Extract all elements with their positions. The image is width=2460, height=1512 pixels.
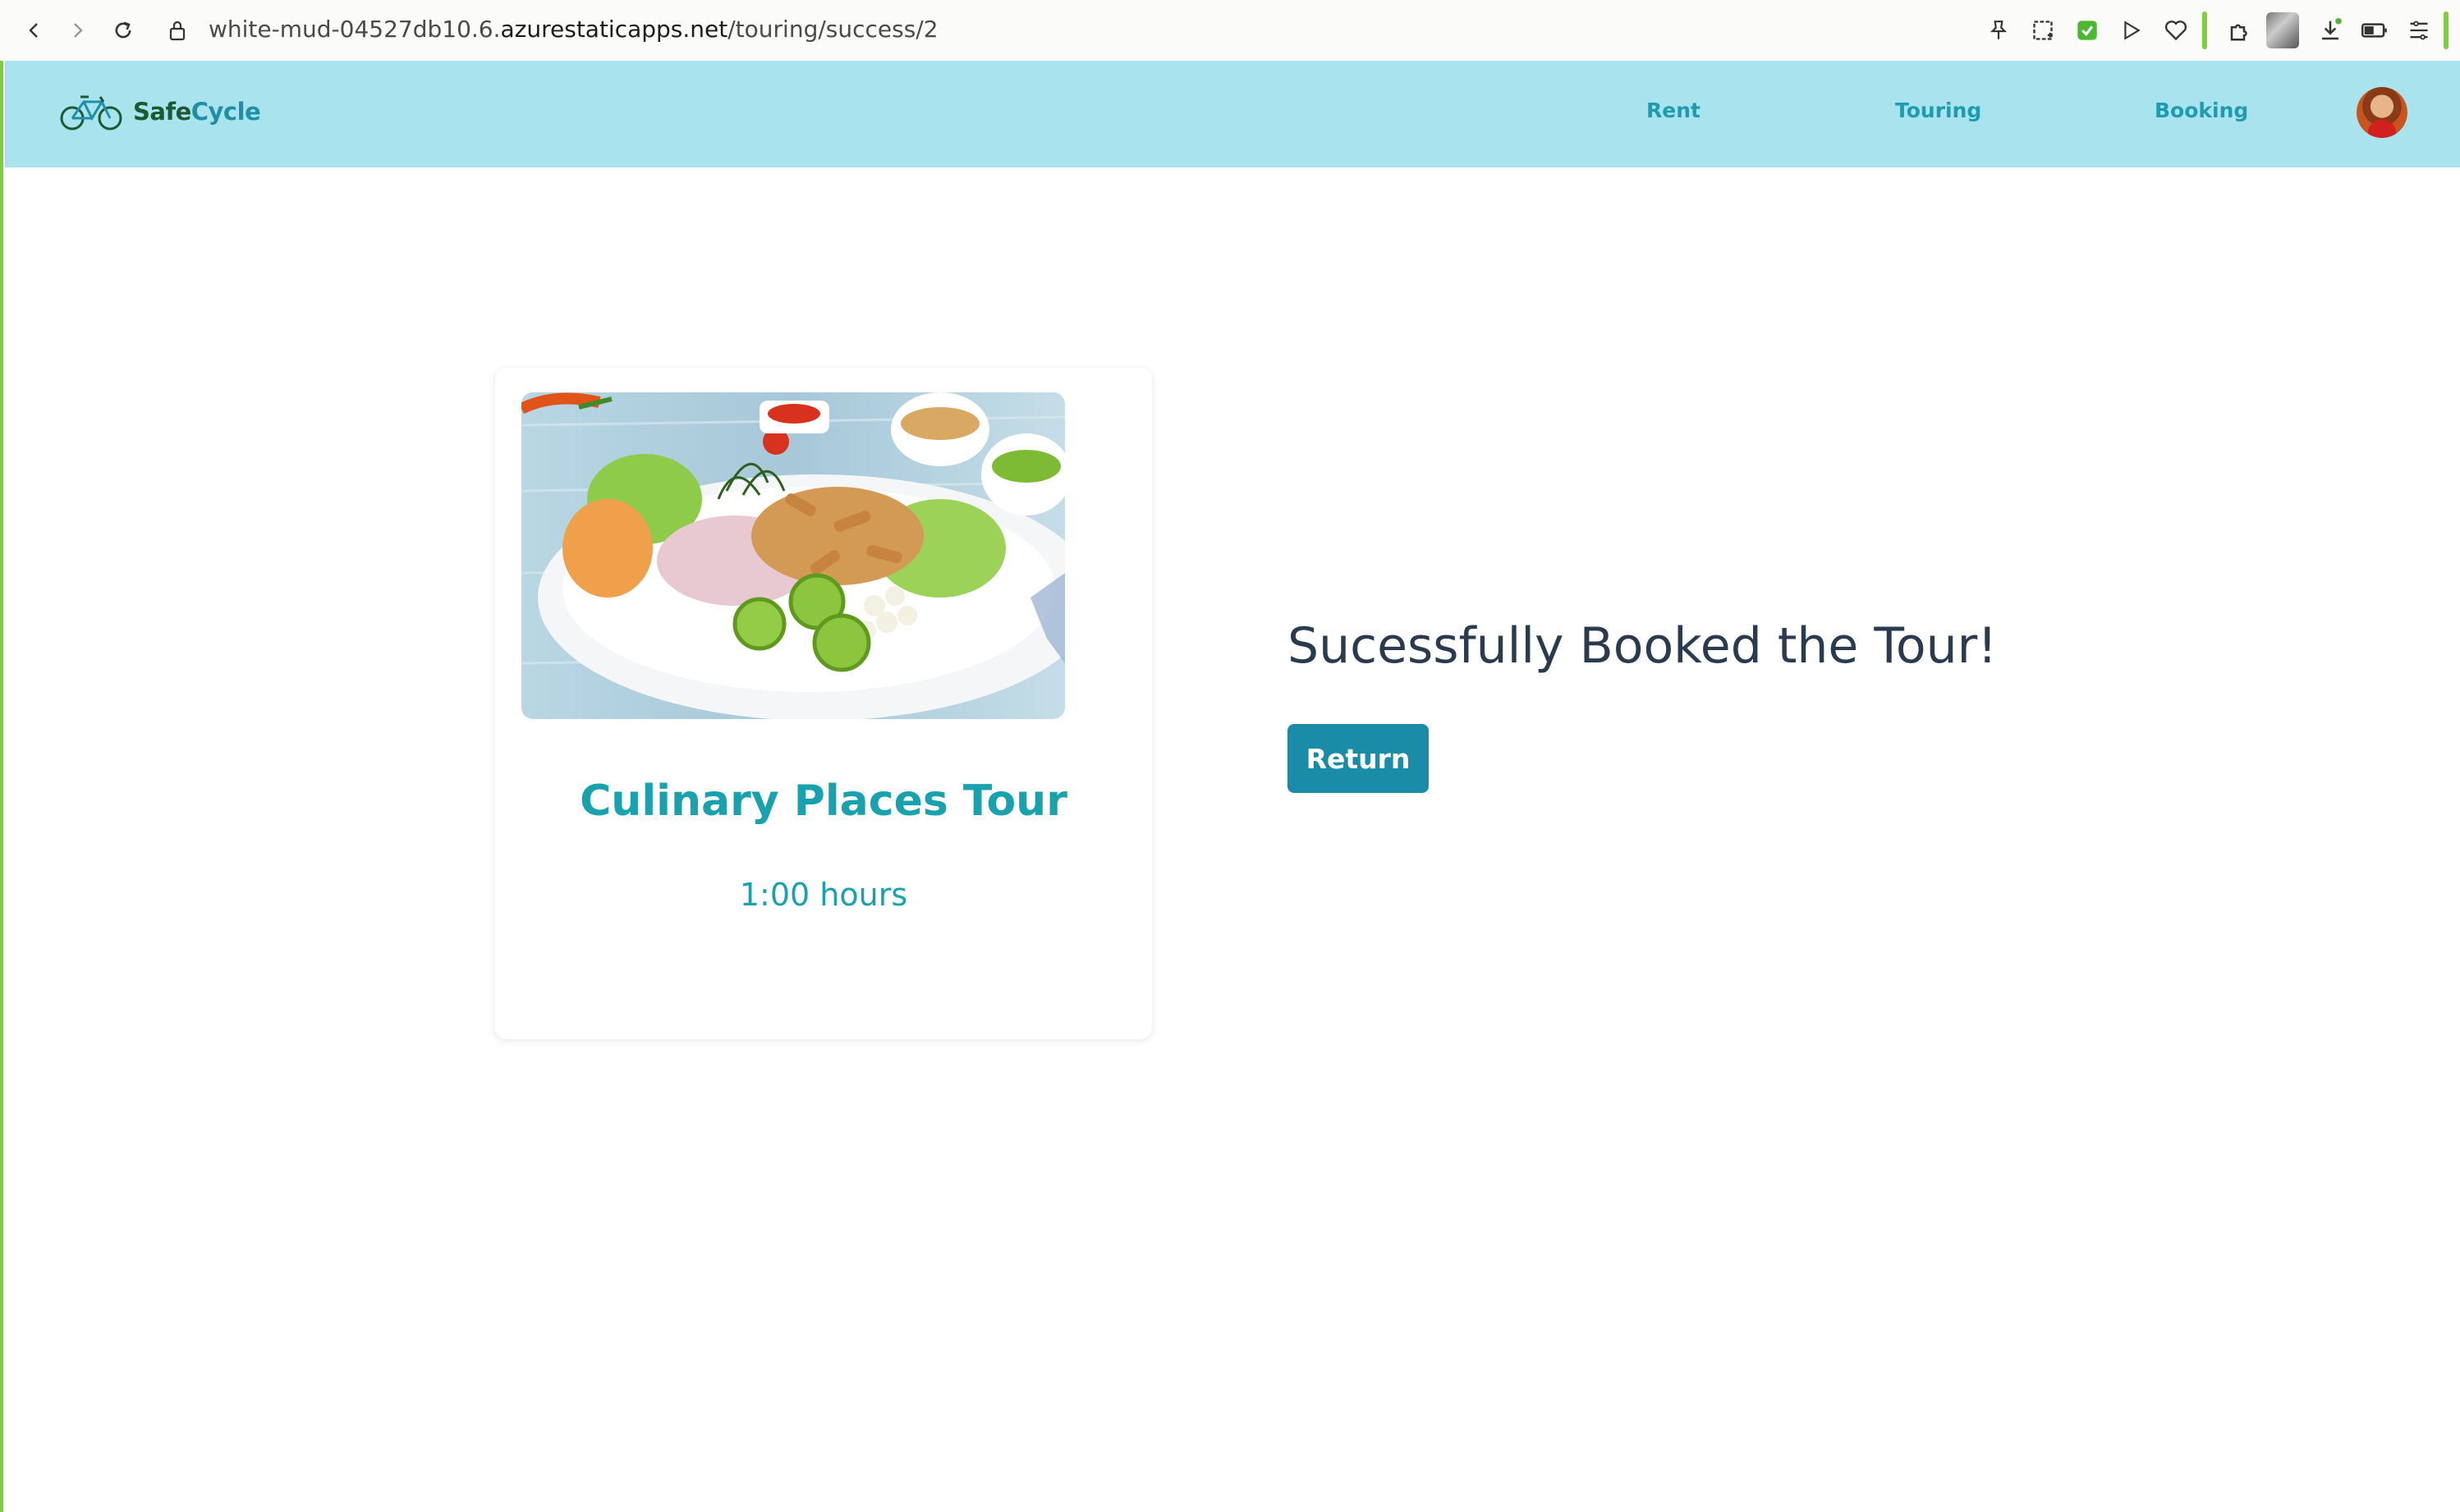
tour-title: Culinary Places Tour — [580, 777, 1067, 826]
window-edge-accent — [2444, 11, 2449, 49]
menu-icon[interactable] — [2403, 14, 2435, 47]
extensions-icon[interactable] — [2224, 14, 2256, 47]
lock-icon — [161, 14, 194, 47]
bicycle-icon — [60, 95, 122, 131]
back-icon[interactable] — [18, 14, 51, 47]
success-message: Sucessfully Booked the Tour! — [1287, 617, 1998, 675]
nav-booking[interactable]: Booking — [2155, 99, 2248, 122]
tour-card: Culinary Places Tour 1:00 hours — [495, 368, 1152, 1039]
brand-cycle: Cycle — [190, 98, 261, 126]
brand-name: SafeCycle — [133, 98, 261, 126]
address-bar[interactable]: white-mud-04527db10.6.azurestaticapps.ne… — [209, 13, 939, 46]
profile-thumbnail-icon[interactable] — [2266, 12, 2299, 48]
url-prefix: white-mud-04527db10.6. — [209, 16, 501, 43]
screenshot-icon[interactable] — [2026, 14, 2059, 47]
return-button[interactable]: Return — [1287, 724, 1429, 793]
nav-touring[interactable]: Touring — [1895, 99, 1981, 122]
browser-toolbar: white-mud-04527db10.6.azurestaticapps.ne… — [0, 0, 2460, 61]
tour-image — [521, 392, 1065, 719]
brand-logo[interactable]: SafeCycle — [59, 92, 261, 131]
reload-icon[interactable] — [107, 14, 140, 47]
toolbar-divider — [2202, 11, 2207, 49]
window-left-edge — [0, 61, 3, 1512]
user-avatar[interactable] — [2357, 87, 2407, 138]
shield-check-icon[interactable] — [2071, 14, 2104, 47]
nav-rent[interactable]: Rent — [1646, 99, 1700, 122]
play-icon[interactable] — [2115, 14, 2148, 47]
avatar-shirt — [2368, 120, 2396, 138]
heart-icon[interactable] — [2159, 14, 2192, 47]
tour-duration: 1:00 hours — [739, 877, 908, 913]
brand-safe: Safe — [133, 98, 191, 126]
url-path: /touring/success/2 — [727, 16, 939, 43]
forward-icon[interactable] — [61, 14, 94, 47]
app-navbar: SafeCycle Rent Touring Booking — [5, 61, 2460, 167]
pin-icon[interactable] — [1982, 14, 2015, 47]
url-host: azurestaticapps.net — [500, 16, 728, 43]
battery-icon[interactable] — [2358, 14, 2391, 47]
download-icon[interactable] — [2314, 14, 2347, 47]
